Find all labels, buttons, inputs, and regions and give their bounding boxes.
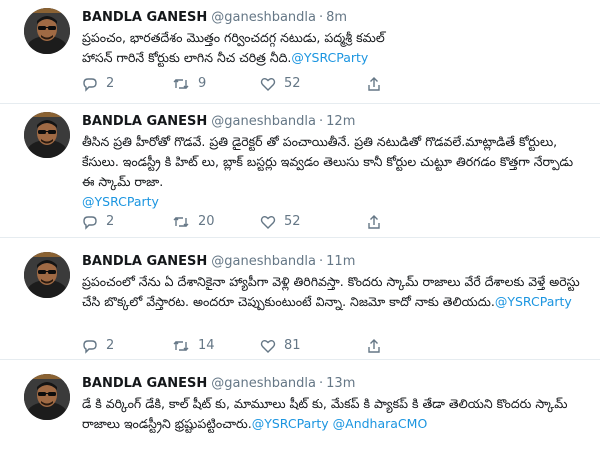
- reply-icon: [83, 340, 97, 354]
- retweet-button[interactable]: 20: [172, 212, 215, 232]
- retweet-icon: [173, 217, 189, 227]
- tweet-timestamp[interactable]: 12m: [326, 114, 355, 129]
- mention-link[interactable]: @YSRCParty: [291, 50, 368, 65]
- user-handle[interactable]: @ganeshbandla: [211, 254, 316, 269]
- user-handle[interactable]: @ganeshbandla: [211, 10, 316, 25]
- tweet: BANDLA GANESH @ganeshbandla · 13m డే కి వర్…: [0, 374, 600, 450]
- like-count: 81: [284, 338, 301, 353]
- reply-icon: [83, 78, 97, 92]
- tweet-actions: 2 14 81: [82, 336, 402, 356]
- tweet-actions: 2 9 52: [82, 74, 402, 94]
- reply-button[interactable]: 2: [82, 336, 114, 356]
- user-handle[interactable]: @ganeshbandla: [211, 376, 316, 391]
- reply-button[interactable]: 2: [82, 212, 114, 232]
- display-name[interactable]: BANDLA GANESH: [82, 114, 207, 129]
- like-icon: [260, 216, 276, 229]
- display-name[interactable]: BANDLA GANESH: [82, 376, 207, 391]
- separator-dot: ·: [319, 254, 324, 269]
- tweet-header: BANDLA GANESH @ganeshbandla · 8m: [82, 8, 347, 28]
- mention-link[interactable]: @YSRCParty: [82, 194, 159, 209]
- avatar-image: [24, 252, 70, 298]
- avatar[interactable]: [24, 374, 70, 420]
- display-name[interactable]: BANDLA GANESH: [82, 254, 207, 269]
- avatar-image: [24, 8, 70, 54]
- avatar[interactable]: [24, 8, 70, 54]
- like-icon: [260, 78, 276, 91]
- display-name[interactable]: BANDLA GANESH: [82, 10, 207, 25]
- tweet-timestamp[interactable]: 13m: [326, 376, 355, 391]
- tweet-text: ప్రపంచం, భారతదేశం మొత్తం గర్వించదగ్గ నటు…: [82, 28, 402, 68]
- like-button[interactable]: 81: [260, 336, 301, 356]
- reply-button[interactable]: 2: [82, 74, 114, 94]
- tweet-text: ప్రపంచంలో నేను ఏ దేశానికైనా హ్యాపీగా వెళ…: [82, 272, 582, 312]
- retweet-count: 20: [198, 214, 215, 229]
- tweet-header: BANDLA GANESH @ganeshbandla · 11m: [82, 252, 355, 272]
- like-count: 52: [284, 76, 301, 91]
- tweet: BANDLA GANESH @ganeshbandla · 8m ప్రపంచం, భ…: [0, 8, 600, 104]
- retweet-button[interactable]: 9: [172, 74, 206, 94]
- tweet-text: డే కి వర్కింగ్ డేకి, కాల్ షీట్ కు, మామూల…: [82, 394, 582, 434]
- reply-count: 2: [106, 76, 115, 91]
- tweet-timestamp[interactable]: 11m: [326, 254, 355, 269]
- tweet-feed: BANDLA GANESH @ganeshbandla · 8m ప్రపంచం, భ…: [0, 0, 600, 450]
- like-button[interactable]: 52: [260, 212, 301, 232]
- retweet-count: 14: [198, 338, 215, 353]
- tweet-header: BANDLA GANESH @ganeshbandla · 12m: [82, 112, 355, 132]
- avatar[interactable]: [24, 112, 70, 158]
- reply-icon: [83, 216, 97, 230]
- separator-dot: ·: [319, 114, 324, 129]
- mention-link[interactable]: @YSRCParty: [495, 294, 572, 309]
- avatar[interactable]: [24, 252, 70, 298]
- avatar-image: [24, 374, 70, 420]
- share-button[interactable]: [366, 212, 382, 232]
- avatar-image: [24, 112, 70, 158]
- tweet: BANDLA GANESH @ganeshbandla · 12m తీసిన ప్ర…: [0, 112, 600, 238]
- tweet: BANDLA GANESH @ganeshbandla · 11m ప్రపంచంలో…: [0, 252, 600, 360]
- share-icon: [368, 215, 380, 229]
- like-count: 52: [284, 214, 301, 229]
- tweet-timestamp[interactable]: 8m: [326, 10, 347, 25]
- separator-dot: ·: [319, 376, 324, 391]
- retweet-icon: [173, 341, 189, 351]
- tweet-body-text: తీసిన ప్రతి హీరోతో గొడవే. ప్రతి డైరెక్టర…: [82, 134, 578, 189]
- retweet-button[interactable]: 14: [172, 336, 215, 356]
- user-handle[interactable]: @ganeshbandla: [211, 114, 316, 129]
- separator-dot: ·: [319, 10, 324, 25]
- reply-count: 2: [106, 338, 115, 353]
- share-button[interactable]: [366, 74, 382, 94]
- share-button[interactable]: [366, 336, 382, 356]
- tweet-actions: 2 20 52: [82, 212, 402, 232]
- share-icon: [368, 77, 380, 91]
- like-icon: [260, 340, 276, 353]
- retweet-count: 9: [198, 76, 207, 91]
- like-button[interactable]: 52: [260, 74, 301, 94]
- reply-count: 2: [106, 214, 115, 229]
- mention-link[interactable]: @YSRCParty @AndharaCMO: [252, 416, 428, 431]
- tweet-header: BANDLA GANESH @ganeshbandla · 13m: [82, 374, 355, 394]
- share-icon: [368, 339, 380, 353]
- tweet-text: తీసిన ప్రతి హీరోతో గొడవే. ప్రతి డైరెక్టర…: [82, 132, 582, 212]
- retweet-icon: [173, 79, 189, 89]
